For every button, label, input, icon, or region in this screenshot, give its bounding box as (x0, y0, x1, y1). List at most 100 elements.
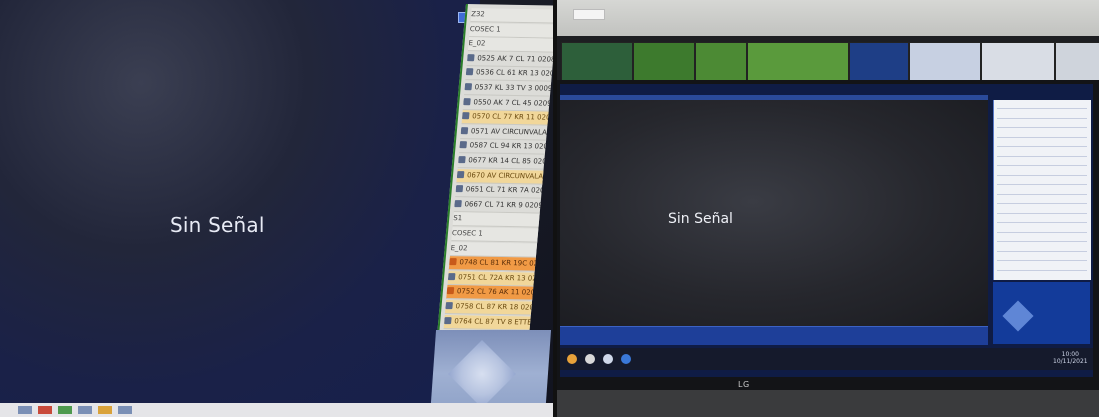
camera-icon (464, 83, 473, 91)
taskbar-icon (38, 406, 52, 414)
camera-list-item[interactable]: 0550 AK 7 CL 45 02099-007 (462, 95, 550, 112)
camera-list-label: 0670 AV CIRCUNVALAR CL 7 (466, 170, 544, 181)
wall-screen (909, 42, 981, 82)
camera-list-label: 0537 KL 33 TV 3 00090-06 (474, 83, 552, 93)
camera-list-label: 0570 CL 77 KR 11 02097-001 (471, 112, 549, 123)
list-row-divider (997, 250, 1087, 252)
camera-icon (461, 112, 470, 120)
list-row-divider (997, 193, 1087, 195)
camera-list-item[interactable]: 0748 CL 81 KR 19C 02097-3200 (448, 256, 536, 272)
camera-list-label: 0748 CL 81 KR 19C 02097-3200 (459, 258, 536, 269)
camera-icon (463, 97, 471, 105)
list-row-divider (997, 117, 1087, 119)
camera-list-label: 0752 CL 76 AK 11 02097-3292 (456, 287, 534, 298)
camera-list-item[interactable]: 0751 CL 72A KR 13 02097-3297 (447, 270, 535, 287)
camera-icon (446, 287, 455, 295)
camera-icon (459, 141, 467, 149)
camera-list-item[interactable]: COSEC 1 (451, 227, 539, 243)
camera-list-label: 0550 AK 7 CL 45 02099-007 (473, 97, 550, 108)
camera-list-label: 0571 AV CIRCUNVALAR CL 5 (470, 127, 548, 137)
camera-list-label: 0677 KR 14 CL 85 02097-2007 (467, 156, 545, 167)
camera-list-label: 0651 CL 71 KR 7A 02098-2015 (465, 185, 543, 196)
camera-list-label: 0764 CL 87 TV 8 ETTE 02103-1294 (453, 316, 531, 327)
list-row-divider (997, 269, 1087, 271)
camera-icon (454, 199, 462, 207)
left-taskbar (0, 403, 553, 417)
camera-list-item[interactable]: S1 (452, 212, 540, 228)
camera-icon (447, 272, 456, 280)
list-row-divider (997, 184, 1087, 185)
camera-list-item[interactable]: 0667 CL 71 KR 9 02098-2013 (453, 197, 541, 214)
photo-collage: Sin Señal Z32 COSEC 1 E_02 0525 AK 7 CL 71 … (0, 0, 1099, 417)
camera-icon (460, 126, 469, 135)
camera-icon (445, 302, 453, 310)
camera-list-item[interactable]: 0587 CL 94 KR 13 02097-007 (458, 139, 547, 155)
list-row-divider (997, 260, 1087, 261)
desk (557, 390, 1099, 417)
camera-list-item[interactable]: 0670 AV CIRCUNVALAR CL 7 (456, 168, 544, 185)
camera-list-item[interactable]: 0758 CL 87 KR 18 02097-3282 (444, 300, 533, 316)
camera-list-label: 0751 CL 72A KR 13 02097-3297 (457, 273, 535, 283)
list-row-divider (997, 174, 1087, 176)
camera-list-item[interactable]: Z32 (470, 8, 553, 24)
camera-list-label: 0587 CL 94 KR 13 02097-007 (469, 141, 547, 152)
list-row-divider (997, 136, 1087, 138)
right-photo: Sin Señal 10:00 10/11/2021 LG (557, 0, 1099, 417)
list-row-divider (997, 108, 1087, 109)
camera-icon (456, 170, 465, 178)
taskbar-icon (98, 406, 112, 414)
camera-list-label: COSEC 1 (469, 24, 501, 34)
wall-screen (1055, 42, 1099, 82)
camera-list-item[interactable]: E_02 (450, 241, 538, 258)
camera-icon (449, 258, 457, 266)
right-video-screen (560, 100, 988, 326)
right-taskbar (560, 348, 1093, 370)
camera-list-item[interactable]: 0570 CL 77 KR 11 02097-001 (461, 110, 549, 126)
taskbar-icon (58, 406, 72, 414)
list-row-divider (997, 231, 1087, 233)
wall-screen (849, 42, 909, 82)
right-no-signal-text: Sin Señal (668, 211, 733, 227)
list-row-divider (997, 212, 1087, 214)
camera-list-label: E_02 (450, 243, 468, 252)
clock-date: 10/11/2021 (1053, 358, 1088, 365)
camera-list-item[interactable]: 0677 KR 14 CL 85 02097-2007 (457, 154, 545, 170)
left-video-screen (0, 0, 480, 417)
left-photo: Sin Señal Z32 COSEC 1 E_02 0525 AK 7 CL 71 … (0, 0, 553, 417)
camera-list-item[interactable]: 0571 AV CIRCUNVALAR CL 5 (460, 124, 548, 141)
wall-screen (981, 42, 1055, 82)
taskbar-icon (603, 354, 613, 364)
camera-list-item[interactable]: 0537 KL 33 TV 3 00090-06 (464, 81, 552, 97)
list-row-divider (997, 155, 1087, 157)
camera-list-label: E_02 (468, 39, 486, 48)
camera-list-item[interactable]: 0536 CL 61 KR 13 02099-0 (465, 66, 553, 82)
camera-list-label: S1 (452, 214, 463, 223)
taskbar-icon (78, 406, 92, 414)
camera-list-item[interactable]: 0525 AK 7 CL 71 02088-0 (466, 51, 553, 68)
camera-list-item[interactable]: 0764 CL 87 TV 8 ETTE 02103-1294 (443, 314, 531, 331)
list-row-divider (997, 165, 1087, 166)
camera-icon (458, 156, 466, 164)
camera-list-item[interactable]: E_02 (467, 37, 553, 53)
camera-icon (465, 68, 474, 76)
camera-list-item[interactable]: 0752 CL 76 AK 11 02097-3292 (446, 285, 534, 301)
wall-screen (695, 42, 747, 82)
camera-list-item[interactable]: COSEC 1 (469, 22, 553, 39)
taskbar-icon (18, 406, 32, 414)
clock-time: 10:00 (1061, 351, 1079, 358)
list-row-divider (997, 241, 1087, 242)
camera-list-item[interactable]: 0651 CL 71 KR 7A 02098-2015 (455, 183, 543, 199)
camera-icon (444, 316, 452, 324)
list-row-divider (997, 203, 1087, 204)
left-no-signal-text: Sin Señal (170, 213, 265, 237)
right-camera-list (993, 100, 1091, 280)
timeline-bar (560, 326, 988, 345)
taskbar-icon (585, 354, 595, 364)
taskbar-clock: 10:00 10/11/2021 (1053, 351, 1088, 365)
taskbar-icon (567, 354, 577, 364)
wall-screen (747, 42, 849, 82)
camera-list-label: Z32 (470, 10, 486, 19)
list-row-divider (997, 146, 1087, 147)
camera-icon (467, 53, 475, 62)
camera-list-label: COSEC 1 (451, 229, 484, 238)
